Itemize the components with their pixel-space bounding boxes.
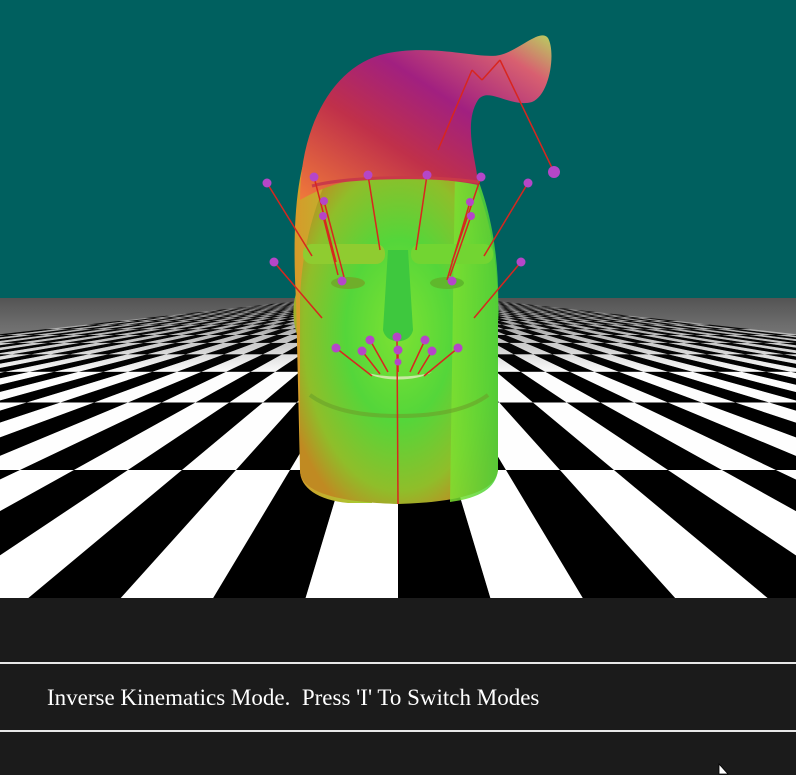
ik-handle[interactable]	[320, 197, 328, 205]
ik-handle[interactable]	[358, 347, 367, 356]
left-eye	[331, 277, 365, 289]
ik-handle[interactable]	[477, 173, 486, 182]
ik-handle[interactable]	[394, 346, 403, 355]
nose	[383, 250, 413, 341]
ik-handle[interactable]	[332, 344, 341, 353]
mouse-pointer-icon	[718, 763, 732, 775]
status-divider-bottom	[0, 730, 796, 732]
ik-handle[interactable]	[467, 212, 475, 220]
ik-handle[interactable]	[454, 344, 463, 353]
ik-handle[interactable]	[395, 359, 402, 366]
ik-handle[interactable]	[364, 171, 373, 180]
ik-handle[interactable]	[423, 171, 432, 180]
ik-handle[interactable]	[393, 333, 402, 342]
status-message: Inverse Kinematics Mode. Press 'I' To Sw…	[47, 683, 539, 713]
left-eyebrow	[303, 244, 385, 264]
status-divider-top	[0, 662, 796, 664]
ik-handle[interactable]	[270, 258, 279, 267]
ik-handle[interactable]	[338, 277, 347, 286]
ik-handle[interactable]	[548, 166, 560, 178]
ik-handle[interactable]	[421, 336, 430, 345]
ik-handle[interactable]	[310, 173, 319, 182]
3d-viewport[interactable]	[0, 0, 796, 598]
ik-handle[interactable]	[428, 347, 437, 356]
ik-handle[interactable]	[517, 258, 526, 267]
ik-handle[interactable]	[448, 277, 457, 286]
ik-handle[interactable]	[319, 212, 327, 220]
ik-handle[interactable]	[366, 336, 375, 345]
ik-handle[interactable]	[466, 198, 474, 206]
ik-handle[interactable]	[263, 179, 272, 188]
ik-handle[interactable]	[524, 179, 533, 188]
